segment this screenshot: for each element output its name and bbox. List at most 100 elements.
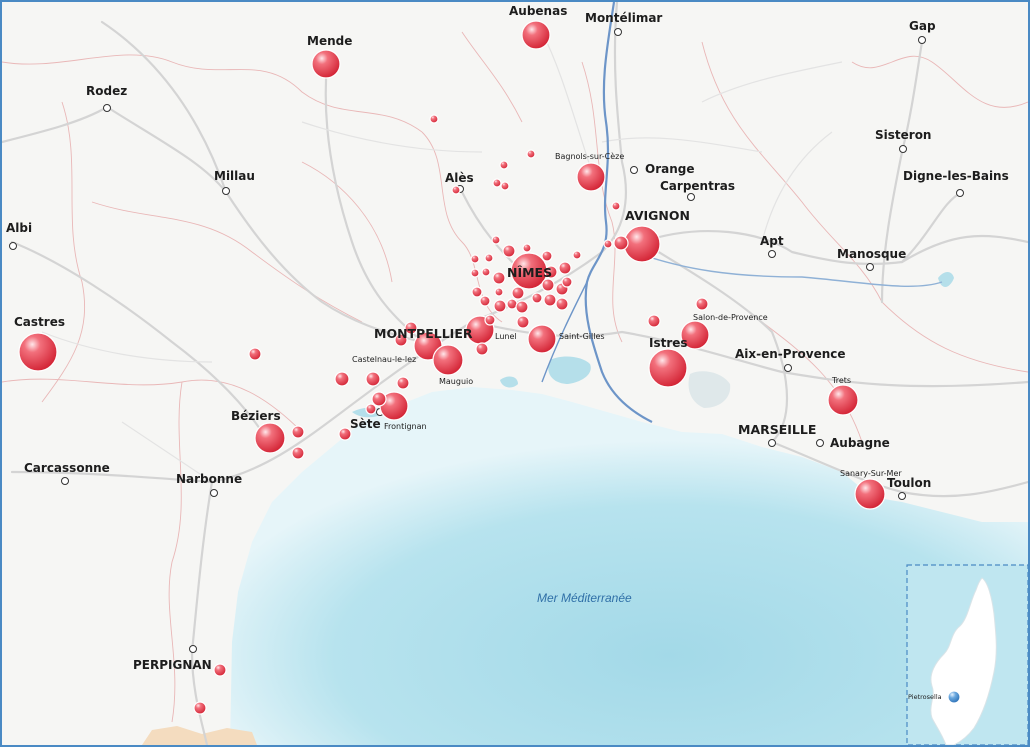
marker[interactable] <box>531 292 543 304</box>
town-dot <box>768 250 776 258</box>
marker[interactable] <box>470 254 480 264</box>
marker[interactable] <box>541 250 553 262</box>
marker[interactable] <box>365 371 381 387</box>
label-aix: Aix-en-Provence <box>735 347 846 361</box>
label-narbonne: Narbonne <box>176 472 242 486</box>
marker-castres[interactable] <box>18 332 58 372</box>
town-dot <box>210 489 218 497</box>
label-montelimar: Montélimar <box>585 11 662 25</box>
marker[interactable] <box>603 239 613 249</box>
marker-aubenas[interactable] <box>521 20 551 50</box>
marker-sanary[interactable] <box>854 478 886 510</box>
town-dot <box>61 477 69 485</box>
label-montpellier: MONTPELLIER <box>374 326 473 341</box>
marker[interactable] <box>475 342 489 356</box>
marker[interactable] <box>471 286 483 298</box>
pietrosella-marker[interactable] <box>947 690 961 704</box>
marker[interactable] <box>516 315 530 329</box>
label-carcassonne: Carcassonne <box>24 461 110 475</box>
marker[interactable] <box>494 287 504 297</box>
label-orange: Orange <box>645 162 695 176</box>
marker[interactable] <box>248 347 262 361</box>
label-frontignan: Frontignan <box>384 422 427 431</box>
label-sete: Sète <box>350 417 381 431</box>
label-apt: Apt <box>760 234 784 248</box>
label-rodez: Rodez <box>86 84 127 98</box>
label-millau: Millau <box>214 169 255 183</box>
map-frame: Aubenas Montélimar Gap Mende Rodez Siste… <box>0 0 1030 747</box>
marker[interactable] <box>558 261 572 275</box>
marker[interactable] <box>543 293 557 307</box>
marker-trets[interactable] <box>827 384 859 416</box>
marker[interactable] <box>484 253 494 263</box>
label-marseille: MARSEILLE <box>738 422 816 437</box>
label-albi: Albi <box>6 221 32 235</box>
label-perpignan: PERPIGNAN <box>133 658 212 672</box>
marker[interactable] <box>647 314 661 328</box>
marker[interactable] <box>499 160 509 170</box>
marker[interactable] <box>561 276 573 288</box>
marker-beziers[interactable] <box>254 422 286 454</box>
label-toulon: Toulon <box>887 476 931 490</box>
town-dot <box>687 193 695 201</box>
marker[interactable] <box>193 701 207 715</box>
marker-saintgilles[interactable] <box>527 324 557 354</box>
marker[interactable] <box>484 314 496 326</box>
marker[interactable] <box>572 250 582 260</box>
marker[interactable] <box>493 299 507 313</box>
label-nimes: NÎMES <box>507 265 552 280</box>
marker[interactable] <box>515 300 529 314</box>
label-aubenas: Aubenas <box>509 4 567 18</box>
town-dot <box>9 242 17 250</box>
marker[interactable] <box>429 114 439 124</box>
marker[interactable] <box>526 149 536 159</box>
label-saintgilles: Saint-Gilles <box>559 332 605 341</box>
marker-avignon[interactable] <box>623 225 661 263</box>
marker[interactable] <box>541 278 555 292</box>
label-trets: Trets <box>831 376 851 385</box>
marker[interactable] <box>334 371 350 387</box>
marker[interactable] <box>695 297 709 311</box>
label-istres: Istres <box>649 336 688 350</box>
marker[interactable] <box>365 403 377 415</box>
label-castelnau: Castelnau-le-lez <box>352 355 416 364</box>
marker-bagnols[interactable] <box>576 162 606 192</box>
town-dot <box>956 189 964 197</box>
marker[interactable] <box>291 425 305 439</box>
town-dot <box>816 439 824 447</box>
label-beziers: Béziers <box>231 409 281 423</box>
marker[interactable] <box>492 178 502 188</box>
town-dot <box>898 492 906 500</box>
marker[interactable] <box>500 181 510 191</box>
marker-montpellier-2[interactable] <box>432 344 464 376</box>
label-salon: Salon-de-Provence <box>693 313 768 322</box>
label-castres: Castres <box>14 315 65 329</box>
marker[interactable] <box>479 295 491 307</box>
label-bagnols: Bagnols-sur-Cèze <box>555 151 624 161</box>
marker[interactable] <box>611 201 621 211</box>
marker-istres[interactable] <box>648 348 688 388</box>
marker[interactable] <box>522 243 532 253</box>
marker[interactable] <box>492 271 506 285</box>
marker[interactable] <box>371 391 387 407</box>
marker[interactable] <box>396 376 410 390</box>
label-digne: Digne-les-Bains <box>903 169 1009 183</box>
marker[interactable] <box>291 446 305 460</box>
marker[interactable] <box>555 297 569 311</box>
town-dot <box>784 364 792 372</box>
marker[interactable] <box>491 235 501 245</box>
marker[interactable] <box>511 286 525 300</box>
marker[interactable] <box>451 185 461 195</box>
marker[interactable] <box>213 663 227 677</box>
marker-avignon-small[interactable] <box>613 235 629 251</box>
town-dot <box>189 645 197 653</box>
marker[interactable] <box>502 244 516 258</box>
town-dot <box>222 187 230 195</box>
marker-mende[interactable] <box>311 49 341 79</box>
marker[interactable] <box>470 268 480 278</box>
town-dot <box>614 28 622 36</box>
marker[interactable] <box>481 267 491 277</box>
town-dot <box>866 263 874 271</box>
label-ales: Alès <box>445 171 474 185</box>
map-canvas[interactable]: Aubenas Montélimar Gap Mende Rodez Siste… <box>2 2 1028 745</box>
